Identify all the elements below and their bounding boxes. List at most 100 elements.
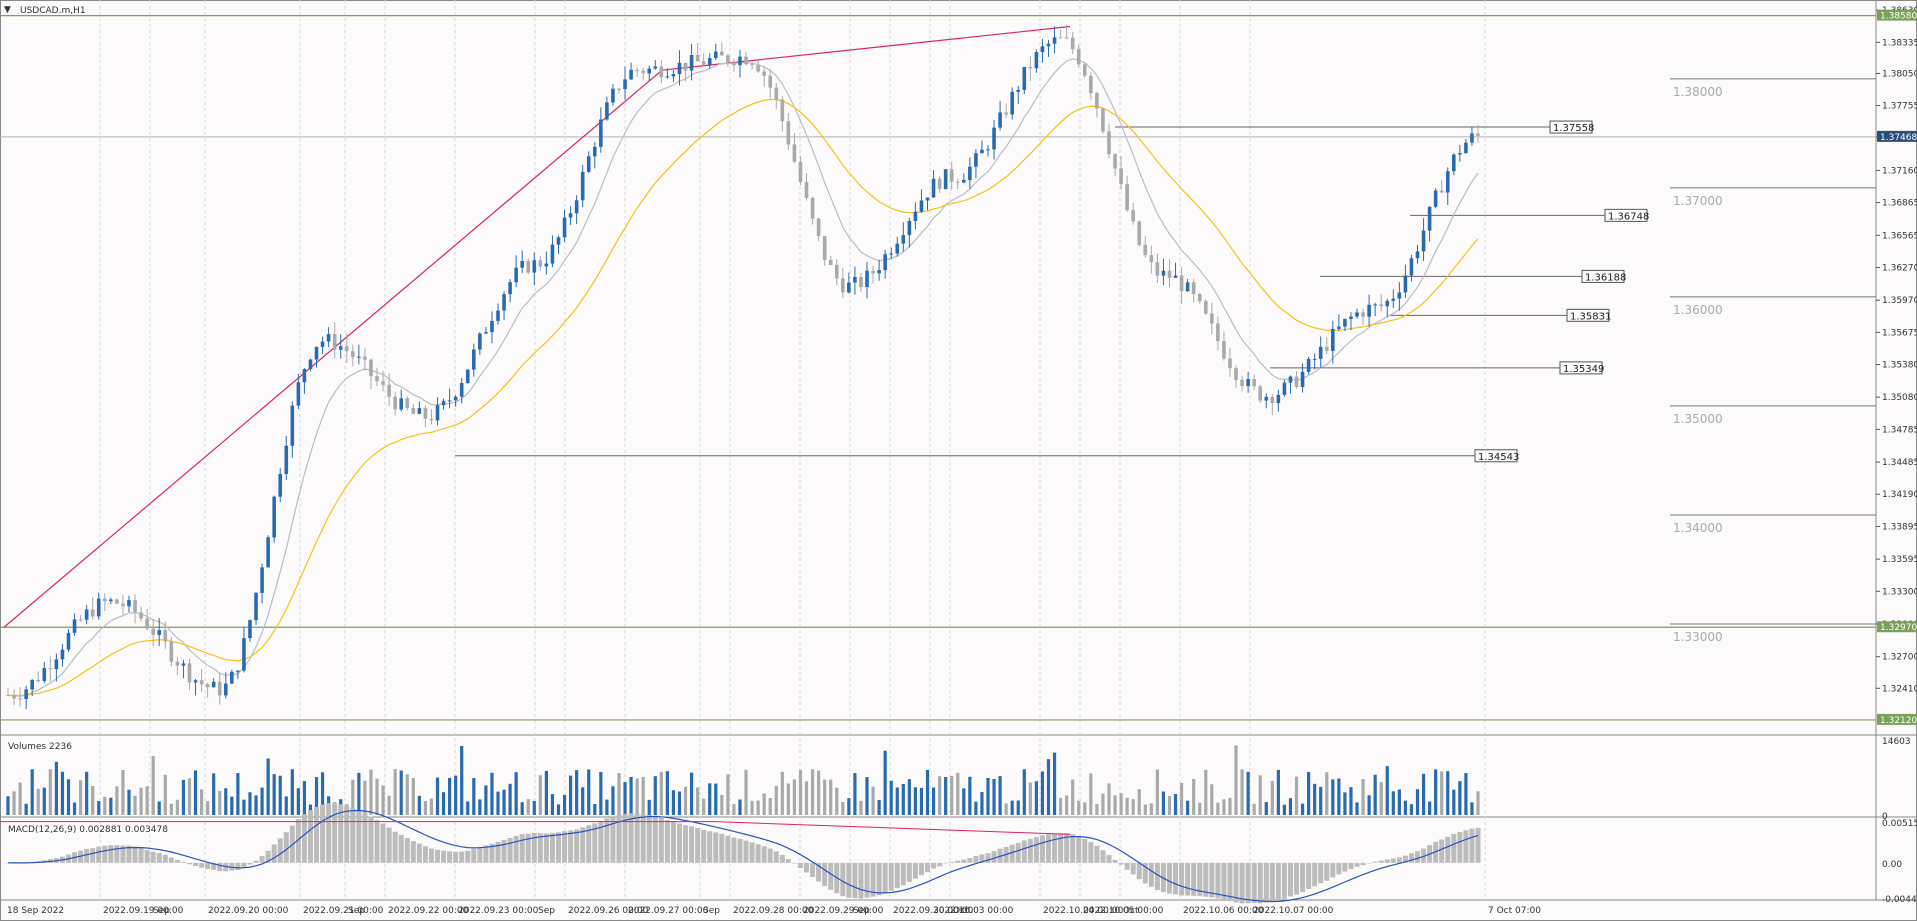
candle-body	[441, 400, 446, 406]
candle-body	[151, 628, 155, 635]
candle-body	[175, 661, 180, 666]
volume-bar	[798, 769, 803, 815]
macd-hist-bar	[350, 808, 356, 863]
x-tick-label: Sep	[153, 906, 170, 916]
volume-bar	[1246, 771, 1250, 815]
volume-bar	[883, 750, 887, 815]
volume-bar	[968, 776, 972, 815]
candle-body	[1101, 108, 1105, 132]
candle-body	[732, 62, 736, 66]
macd-hist-bar	[918, 862, 924, 876]
macd-hist-bar	[840, 862, 846, 897]
volume-bar	[641, 776, 645, 815]
candle-body	[12, 695, 16, 699]
macd-hist-bar	[422, 846, 428, 863]
macd-hist-bar	[307, 810, 313, 863]
volume-bar	[998, 776, 1002, 815]
macd-hist-bar	[1239, 862, 1245, 904]
candle-body	[744, 56, 748, 65]
volume-bar	[1052, 752, 1057, 815]
candle-body	[369, 359, 373, 377]
volume-bar	[1016, 800, 1020, 815]
volume-bar	[1155, 769, 1159, 815]
candle-body	[1155, 262, 1160, 276]
macd-hist-bar	[332, 803, 338, 863]
macd-hist-bar	[755, 844, 761, 863]
x-tick-label: 2022.10.06 00:00	[1183, 906, 1264, 916]
volume-bar	[568, 775, 573, 815]
candle-body	[520, 261, 524, 268]
macd-hist-bar	[1045, 834, 1051, 863]
volume-bar	[792, 779, 797, 815]
macd-hist-bar	[1269, 862, 1275, 903]
chart-window[interactable]: 1.386301.383351.380501.377551.374681.371…	[0, 0, 1917, 921]
candle-body	[804, 182, 809, 198]
candle-body	[986, 149, 990, 151]
macd-hist-bar	[828, 862, 834, 890]
volume-bar	[859, 800, 863, 815]
candle-body	[568, 213, 573, 218]
candle-body	[937, 178, 942, 190]
volume-bar	[907, 779, 911, 815]
dropdown-arrow-icon[interactable]: ▼	[4, 5, 11, 15]
volume-bar	[1397, 789, 1401, 815]
macd-hist-bar	[205, 862, 211, 870]
macd-hist-bar	[1112, 859, 1118, 863]
candle-body	[683, 62, 688, 71]
volume-bar	[1077, 800, 1081, 815]
candle-body	[217, 681, 222, 696]
volume-bar	[629, 776, 633, 815]
candle-body	[853, 276, 857, 283]
macd-hist-bar	[247, 862, 253, 865]
macd-hist-bar	[652, 815, 658, 863]
volume-bar	[36, 788, 40, 815]
candle-body	[592, 146, 597, 157]
macd-hist-bar	[725, 835, 731, 863]
candle-body	[278, 474, 283, 497]
volume-bar	[974, 801, 978, 815]
candle-body	[1125, 184, 1129, 211]
macd-hist-bar	[1463, 830, 1469, 863]
macd-hist-bar	[1082, 838, 1088, 863]
volume-bar	[1349, 787, 1353, 815]
candle-body	[834, 264, 839, 279]
candle-body	[514, 267, 518, 283]
chart-canvas[interactable]: 1.386301.383351.380501.377551.374681.371…	[0, 0, 1917, 921]
volume-bar	[1119, 793, 1123, 815]
candle-body	[1082, 64, 1087, 76]
candle-body	[405, 398, 410, 409]
macd-hist-bar	[785, 859, 791, 863]
volume-bar	[1470, 802, 1474, 815]
candle-body	[72, 619, 77, 633]
volume-bar	[1004, 803, 1008, 815]
candle-body	[1421, 230, 1426, 252]
macd-hist-bar	[937, 862, 943, 867]
candle-body	[816, 218, 821, 237]
volume-bar	[1137, 789, 1141, 815]
volume-bar	[472, 778, 476, 815]
macd-hist-bar	[1027, 838, 1033, 863]
y-tick-label: 1.32410	[1882, 684, 1917, 694]
macd-hist-bar	[773, 851, 779, 863]
x-tick-label: 2022.09.23 00:00	[458, 906, 539, 916]
candle-body	[308, 359, 313, 370]
volume-bar	[1216, 802, 1220, 815]
candle-body	[1167, 270, 1172, 278]
candle-body	[1445, 171, 1450, 193]
candle-body	[750, 64, 754, 66]
volume-bar	[1440, 771, 1444, 815]
volume-bar	[381, 785, 385, 815]
macd-hist-bar	[683, 825, 689, 863]
candle-body	[1270, 396, 1275, 404]
candle-body	[1046, 43, 1051, 47]
volume-bar	[260, 787, 264, 815]
volume-bar	[1307, 771, 1311, 815]
candle-body	[357, 356, 361, 358]
candle-body	[707, 58, 712, 65]
macd-hist-bar	[955, 860, 961, 863]
candle-body	[453, 396, 458, 401]
macd-hist-bar	[241, 862, 247, 868]
volume-bar	[780, 771, 784, 815]
volume-bar	[1319, 786, 1323, 815]
candle-body	[659, 66, 664, 78]
